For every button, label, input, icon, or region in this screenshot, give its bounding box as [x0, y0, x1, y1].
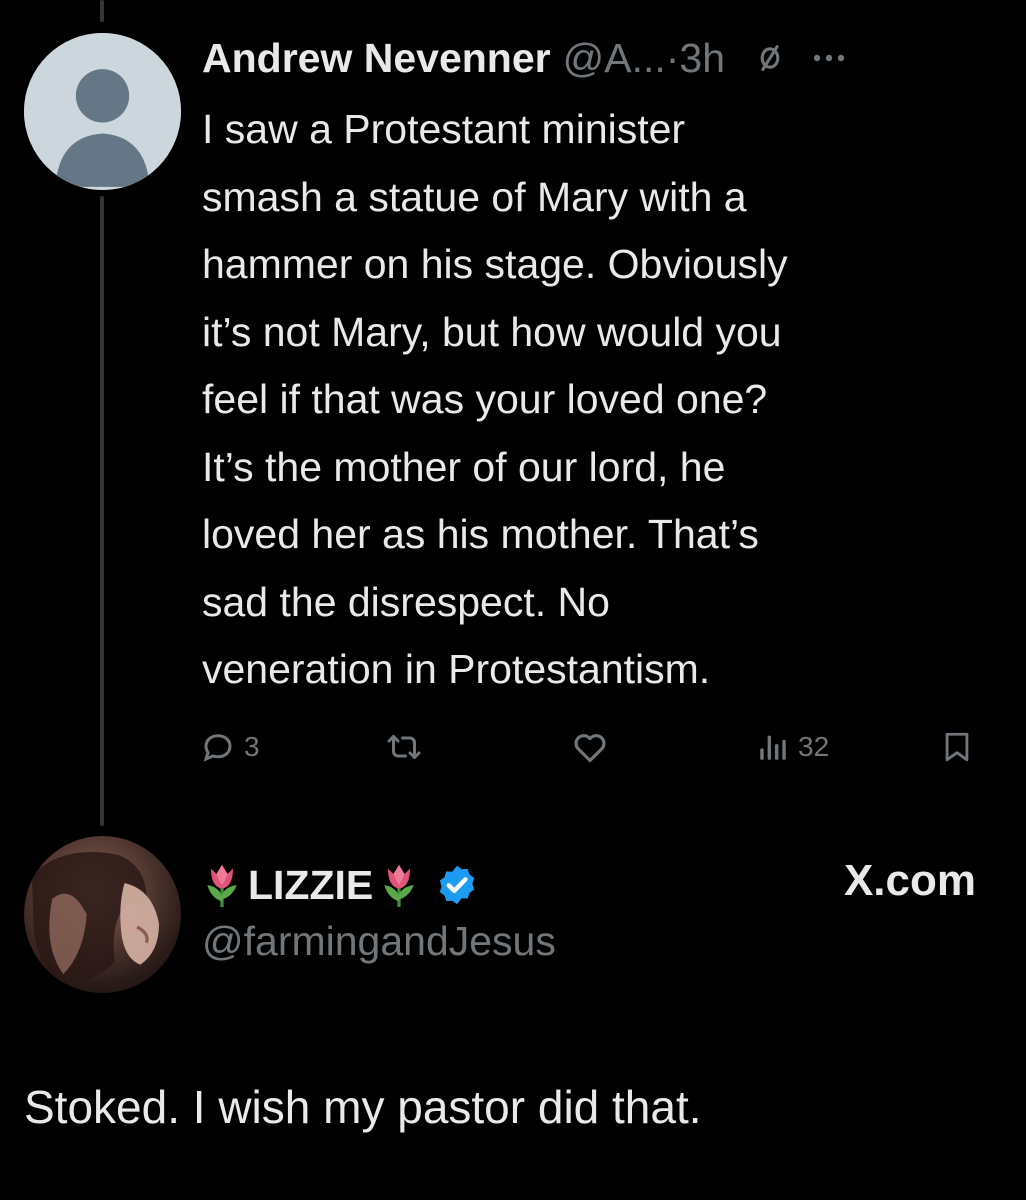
retweet-icon — [384, 729, 424, 765]
tweet-header: Andrew Nevenner @A... ·3h — [202, 28, 847, 88]
more-icon[interactable] — [811, 52, 847, 64]
quote-header: LIZZIE — [200, 855, 479, 915]
author-name[interactable]: Andrew Nevenner — [202, 35, 551, 82]
tulip-icon — [377, 861, 421, 909]
quote-text: Stoked. I wish my pastor did that. — [24, 1081, 702, 1133]
quote-author-name[interactable]: LIZZIE — [248, 862, 373, 909]
reply-count: 3 — [244, 731, 260, 762]
verified-badge-icon — [435, 863, 479, 907]
views-button[interactable]: 32 — [756, 722, 829, 772]
thread-line-top — [100, 0, 104, 22]
views-icon — [756, 730, 790, 764]
bookmark-icon — [940, 728, 974, 766]
retweet-button[interactable] — [384, 722, 424, 772]
view-count: 32 — [798, 731, 830, 762]
like-button[interactable] — [570, 722, 610, 772]
avatar-photo-icon — [31, 851, 160, 983]
default-avatar[interactable] — [24, 33, 181, 190]
thread-line — [100, 196, 104, 826]
quote-author-handle[interactable]: @farmingandJesus — [202, 918, 556, 965]
tweet-actions: 3 32 — [200, 722, 990, 772]
tweet-text: I saw a Protestant minister smash a stat… — [202, 106, 788, 692]
author-handle[interactable]: @A... — [563, 35, 666, 82]
like-icon — [570, 728, 610, 766]
bookmark-button[interactable] — [940, 722, 974, 772]
profile-avatar[interactable] — [24, 836, 181, 993]
person-silhouette-icon — [24, 33, 181, 190]
mute-icon — [753, 41, 787, 75]
tweet-timestamp[interactable]: ·3h — [666, 35, 725, 82]
source-label: X.com — [843, 856, 976, 905]
tulip-icon — [200, 861, 244, 909]
reply-button[interactable]: 3 — [200, 722, 260, 772]
reply-icon — [200, 729, 236, 765]
